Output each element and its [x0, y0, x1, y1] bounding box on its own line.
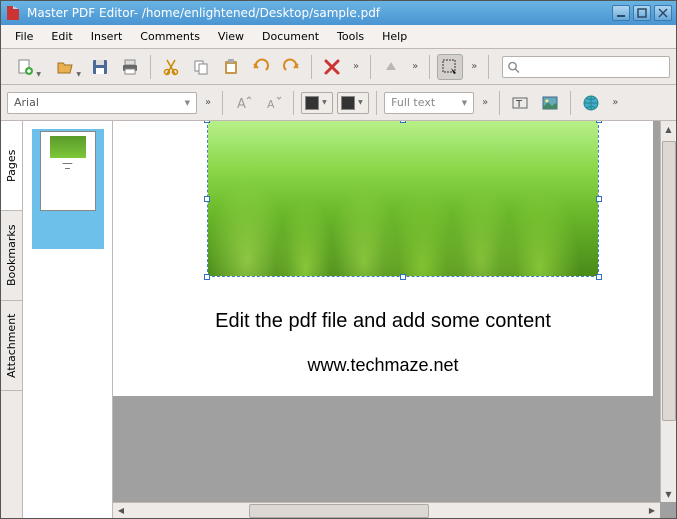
document-text-line-2[interactable]: www.techmaze.net [113, 355, 653, 376]
delete-button[interactable] [319, 54, 345, 80]
undo-button[interactable] [248, 54, 274, 80]
scroll-thumb-horizontal[interactable] [249, 504, 429, 518]
select-tool-button[interactable] [437, 54, 463, 80]
resize-handle-br[interactable] [596, 274, 602, 280]
new-button[interactable] [7, 54, 43, 80]
window-title: Master PDF Editor- /home/enlightened/Des… [27, 6, 380, 20]
search-box[interactable] [502, 56, 670, 78]
vertical-scrollbar[interactable]: ▲ ▼ [660, 121, 676, 502]
search-icon [507, 60, 520, 74]
close-button[interactable] [654, 5, 672, 21]
resize-handle-tm[interactable] [400, 121, 406, 123]
resize-handle-bm[interactable] [400, 274, 406, 280]
toolbar-overflow-1[interactable]: » [353, 61, 359, 72]
open-button[interactable] [47, 54, 83, 80]
format-overflow-2[interactable]: » [482, 97, 488, 108]
scroll-right-button[interactable]: ▶ [644, 503, 660, 518]
main-toolbar: » » » [1, 49, 676, 85]
resize-handle-ml[interactable] [204, 196, 210, 202]
menu-insert[interactable]: Insert [83, 27, 131, 46]
document-text-line-1[interactable]: Edit the pdf file and add some content [113, 310, 653, 333]
format-overflow-3[interactable]: » [612, 97, 618, 108]
workspace: Pages Bookmarks Attachment ━━━━ ━━ [1, 121, 676, 518]
menu-document[interactable]: Document [254, 27, 327, 46]
search-input[interactable] [520, 61, 665, 73]
redo-button[interactable] [278, 54, 304, 80]
app-icon [5, 5, 21, 21]
svg-text:T: T [515, 99, 523, 110]
thumbnail-panel: ━━━━ ━━ [23, 121, 113, 518]
menu-tools[interactable]: Tools [329, 27, 372, 46]
horizontal-scrollbar[interactable]: ◀ ▶ [113, 502, 660, 518]
side-tabs: Pages Bookmarks Attachment [1, 121, 23, 518]
save-button[interactable] [87, 54, 113, 80]
stroke-color-button[interactable] [337, 92, 369, 114]
resize-handle-tr[interactable] [596, 121, 602, 123]
fill-color-button[interactable] [301, 92, 333, 114]
menu-bar: File Edit Insert Comments View Document … [1, 25, 676, 49]
title-bar: Master PDF Editor- /home/enlightened/Des… [1, 1, 676, 25]
scroll-thumb-vertical[interactable] [662, 141, 676, 421]
toolbar-overflow-2[interactable]: » [412, 61, 418, 72]
toolbar-overflow-3[interactable]: » [471, 61, 477, 72]
svg-text:A: A [237, 97, 246, 112]
pdf-page[interactable]: Edit the pdf file and add some content w… [113, 121, 653, 396]
resize-handle-tl[interactable] [204, 121, 210, 123]
selected-image[interactable] [208, 121, 598, 276]
paste-button[interactable] [218, 54, 244, 80]
copy-button[interactable] [188, 54, 214, 80]
svg-text:A: A [267, 98, 275, 111]
menu-comments[interactable]: Comments [132, 27, 208, 46]
document-area: Edit the pdf file and add some content w… [113, 121, 676, 518]
resize-handle-mr[interactable] [596, 196, 602, 202]
tab-bookmarks[interactable]: Bookmarks [1, 211, 22, 301]
font-increase-button[interactable]: A [230, 90, 256, 116]
text-box-button[interactable]: T [507, 90, 533, 116]
format-overflow-1[interactable]: » [205, 97, 211, 108]
font-dropdown[interactable]: Arial [7, 92, 197, 114]
tab-pages[interactable]: Pages [1, 121, 22, 211]
resize-handle-bl[interactable] [204, 274, 210, 280]
menu-view[interactable]: View [210, 27, 252, 46]
image-button[interactable] [537, 90, 563, 116]
nav-up-button[interactable] [378, 54, 404, 80]
scroll-left-button[interactable]: ◀ [113, 503, 129, 518]
menu-edit[interactable]: Edit [43, 27, 80, 46]
menu-help[interactable]: Help [374, 27, 415, 46]
font-decrease-button[interactable]: A [260, 90, 286, 116]
maximize-button[interactable] [633, 5, 651, 21]
web-button[interactable] [578, 90, 604, 116]
format-toolbar: Arial » A A Full text » T » [1, 85, 676, 121]
cut-button[interactable] [158, 54, 184, 80]
page-thumbnail-1[interactable]: ━━━━ ━━ [38, 131, 98, 291]
menu-file[interactable]: File [7, 27, 41, 46]
minimize-button[interactable] [612, 5, 630, 21]
scroll-up-button[interactable]: ▲ [661, 121, 676, 137]
selection-border [207, 121, 599, 277]
scroll-down-button[interactable]: ▼ [661, 486, 676, 502]
print-button[interactable] [117, 54, 143, 80]
tab-attachment[interactable]: Attachment [1, 301, 22, 391]
fulltext-dropdown[interactable]: Full text [384, 92, 474, 114]
